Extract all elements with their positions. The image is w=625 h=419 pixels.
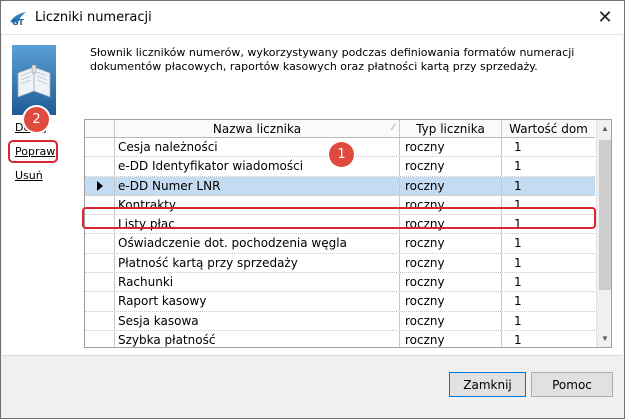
dialog-content: Słownik liczników numerów, wykorzystywan… [2, 34, 623, 355]
table-row[interactable]: Płatność kartą przy sprzedaży roczny 1 [85, 253, 595, 274]
row-type: roczny [400, 273, 502, 292]
title-bar[interactable]: GT Liczniki numeracji ✕ [1, 1, 624, 34]
row-value: 1 [514, 294, 522, 309]
row-indicator [85, 311, 115, 330]
row-value: 1 [514, 140, 522, 154]
row-name: Cesja należności [115, 138, 400, 157]
scrollbar-thumb[interactable] [599, 140, 611, 290]
row-value: 1 [514, 159, 522, 174]
row-indicator [85, 253, 115, 273]
close-button[interactable]: Zamknij [449, 372, 526, 397]
row-value: 1 [514, 236, 522, 251]
row-name: Rachunki [115, 273, 400, 292]
table-row-selected[interactable]: e-DD Numer LNR roczny 1 [85, 176, 595, 196]
row-name: e-DD Numer LNR [115, 176, 400, 195]
row-type: roczny [400, 234, 502, 253]
selected-row-highlight [82, 207, 596, 229]
vertical-scrollbar[interactable]: ▲ ▼ [596, 120, 611, 347]
row-indicator [85, 292, 115, 311]
row-indicator [85, 138, 115, 157]
column-header-value[interactable]: Wartość dom [502, 120, 595, 138]
row-name: e-DD Identyfikator wiadomości [115, 157, 400, 176]
row-name: Sesja kasowa [115, 311, 400, 330]
row-type: roczny [400, 157, 502, 176]
gt-logo-icon: GT [10, 12, 26, 26]
dialog-window: GT Liczniki numeracji ✕ Słownik licznikó… [0, 0, 625, 419]
grid-header: Nazwa licznika ⁄ Typ licznika Wartość do… [85, 120, 595, 138]
row-indicator [85, 273, 115, 292]
row-type: roczny [400, 292, 502, 311]
annotation-badge-1: 1 [329, 142, 354, 167]
annotation-badge-2: 2 [24, 107, 49, 132]
chevron-down-icon: ▼ [601, 334, 609, 343]
window-title: Liczniki numeracji [35, 10, 152, 25]
row-value: 1 [514, 275, 522, 290]
grid-header-indicator [85, 120, 115, 138]
row-value: 1 [514, 255, 522, 270]
row-indicator [85, 330, 115, 347]
column-header-value-label: Wartość dom [509, 122, 588, 136]
row-value: 1 [514, 313, 522, 328]
scroll-down-button[interactable]: ▼ [597, 330, 611, 347]
row-name: Raport kasowy [115, 292, 400, 311]
column-header-type-label: Typ licznika [416, 122, 485, 136]
row-indicator [85, 157, 115, 176]
sort-icon: ⁄ [392, 123, 394, 133]
row-name: Szybka płatność [115, 330, 400, 347]
help-button[interactable]: Pomoc [531, 372, 613, 397]
row-type: roczny [400, 253, 502, 273]
dictionary-description: Słownik liczników numerów, wykorzystywan… [90, 46, 575, 73]
scroll-up-button[interactable]: ▲ [597, 120, 611, 137]
chevron-up-icon: ▲ [601, 124, 609, 133]
row-type: roczny [400, 311, 502, 330]
row-indicator [85, 234, 115, 253]
column-header-name-label: Nazwa licznika [212, 122, 302, 136]
row-indicator [85, 176, 115, 195]
grid-rows: Cesja należności roczny 1 e-DD Identyfik… [85, 138, 595, 347]
row-type: roczny [400, 138, 502, 157]
book-icon [12, 45, 56, 115]
row-name: Płatność kartą przy sprzedaży [115, 253, 400, 273]
table-row[interactable]: Rachunki roczny 1 [85, 273, 595, 293]
row-pointer-icon [96, 180, 103, 191]
table-row[interactable]: Szybka płatność roczny 1 [85, 330, 595, 347]
row-type: roczny [400, 330, 502, 347]
row-type: roczny [400, 176, 502, 195]
row-value: 1 [514, 178, 522, 193]
table-row[interactable]: Sesja kasowa roczny 1 [85, 311, 595, 331]
svg-text:GT: GT [12, 18, 24, 26]
close-window-button[interactable]: ✕ [591, 5, 619, 29]
row-name: Oświadczenie dot. pochodzenia węgla [115, 234, 400, 253]
close-icon: ✕ [597, 6, 613, 28]
column-header-name[interactable]: Nazwa licznika ⁄ [115, 120, 400, 138]
column-header-type[interactable]: Typ licznika [400, 120, 502, 138]
edit-link-highlight [8, 140, 58, 163]
delete-link[interactable]: Usuń [15, 169, 43, 182]
table-row[interactable]: Raport kasowy roczny 1 [85, 292, 595, 312]
dialog-footer: Zamknij Pomoc [2, 355, 623, 418]
row-value: 1 [514, 332, 522, 347]
table-row[interactable]: Oświadczenie dot. pochodzenia węgla rocz… [85, 234, 595, 254]
